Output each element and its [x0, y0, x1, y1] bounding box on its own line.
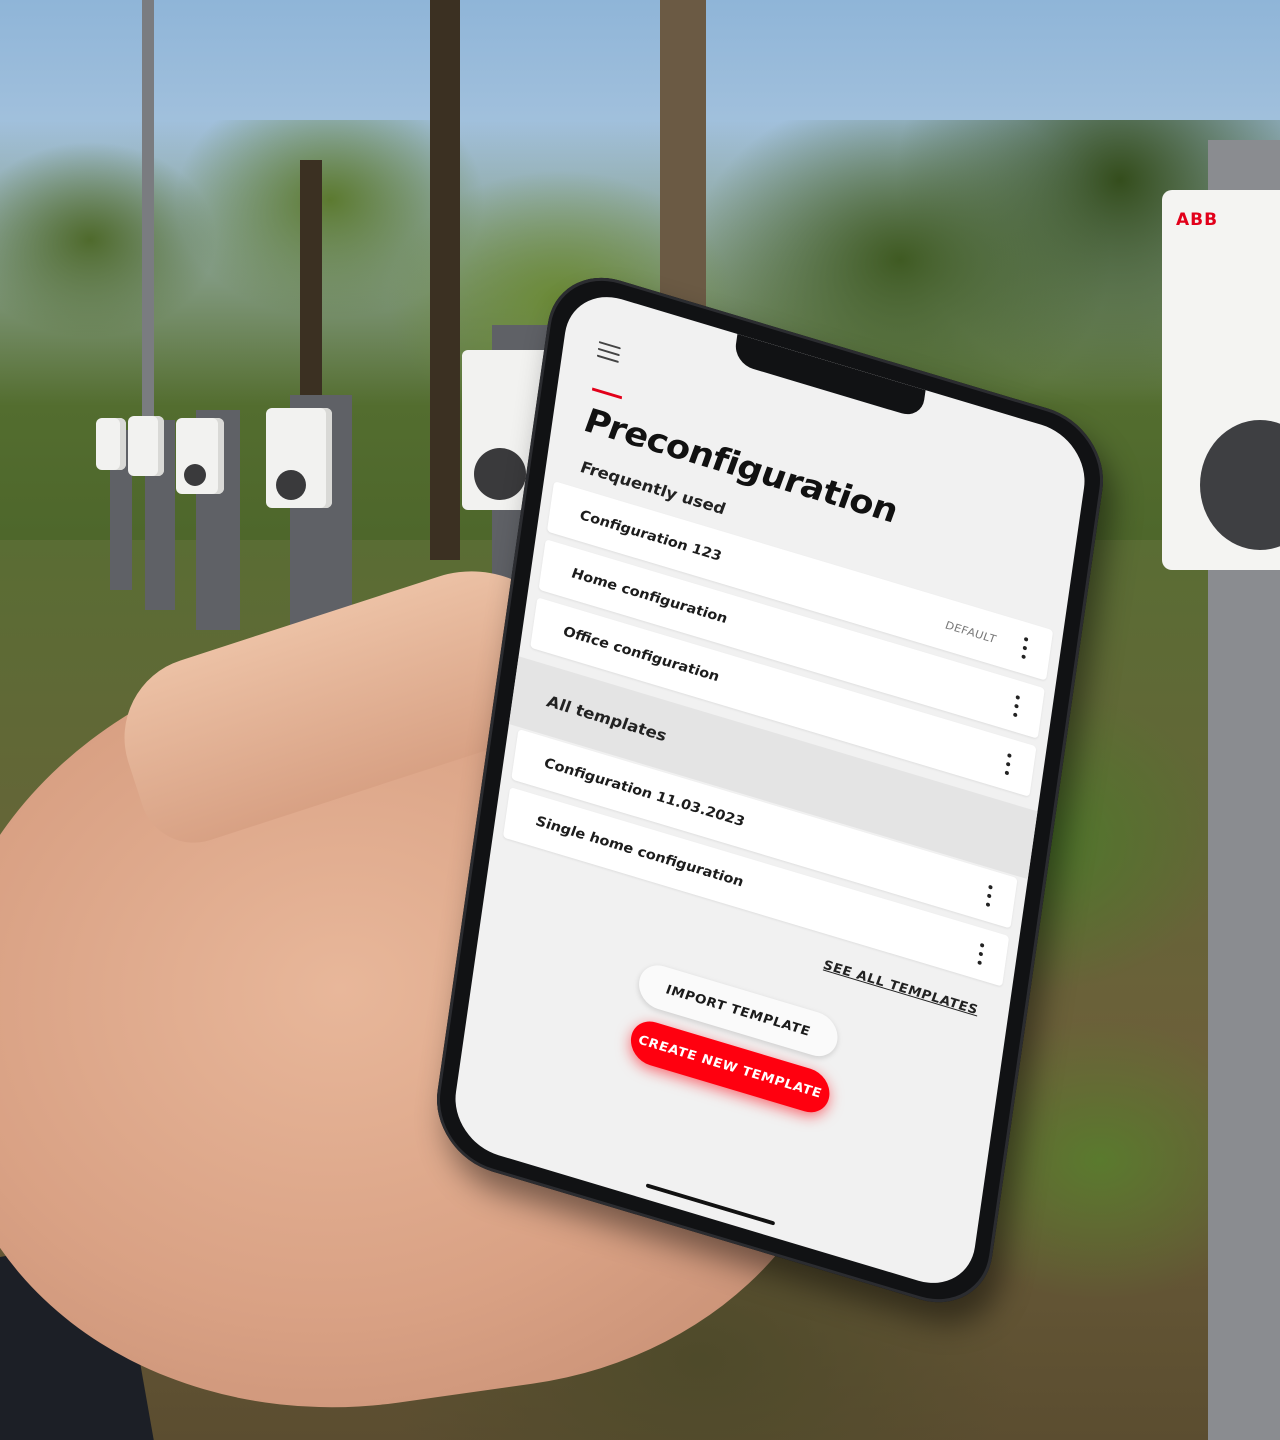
charger-socket — [184, 464, 206, 486]
more-options-icon[interactable] — [998, 751, 1019, 778]
flag-pole — [142, 0, 154, 420]
tree-trunk — [430, 0, 460, 560]
charger-unit — [128, 416, 164, 476]
more-options-icon[interactable] — [1014, 635, 1035, 662]
hamburger-menu-icon[interactable] — [596, 341, 621, 364]
default-badge: DEFAULT — [944, 618, 998, 646]
charger-unit — [96, 418, 126, 470]
more-options-icon[interactable] — [1006, 693, 1027, 720]
home-indicator — [645, 1183, 776, 1226]
charger-socket — [474, 448, 526, 500]
abb-logo: ABB — [1176, 210, 1219, 230]
more-options-icon[interactable] — [979, 883, 1000, 910]
charger-socket — [276, 470, 306, 500]
app-screen: Preconfiguration Frequently used Configu… — [449, 284, 1091, 1296]
title-accent-bar — [591, 387, 623, 400]
more-options-icon[interactable] — [970, 941, 991, 968]
